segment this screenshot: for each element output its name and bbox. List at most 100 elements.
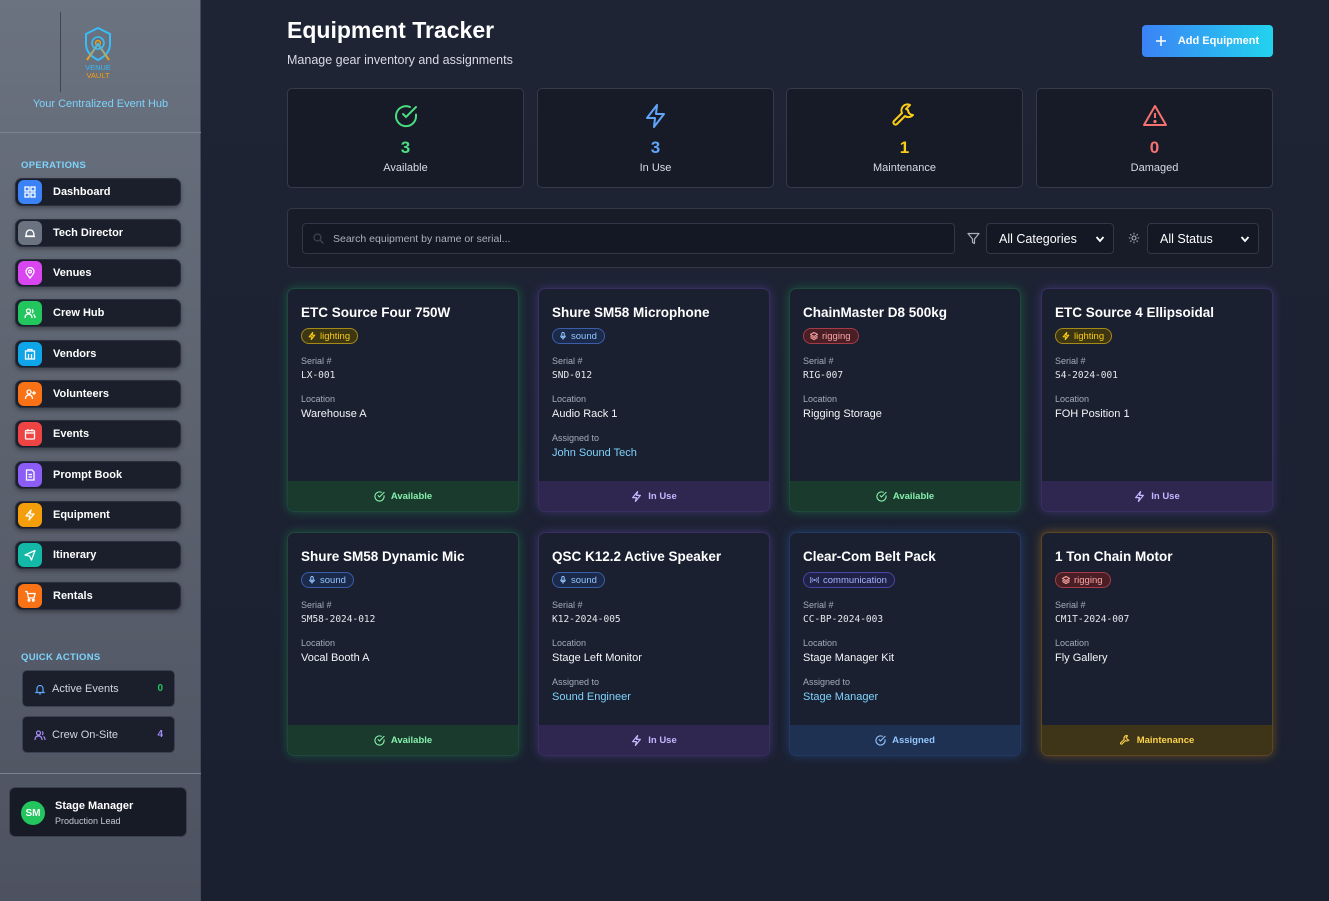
- category-label: rigging: [822, 330, 851, 342]
- equipment-name: ETC Source Four 750W: [301, 305, 451, 320]
- stat-value: 0: [1149, 138, 1160, 157]
- user-profile-card[interactable]: SM Stage Manager Production Lead: [9, 787, 187, 837]
- equipment-card[interactable]: ChainMaster D8 500kg rigging Serial # RI…: [789, 288, 1021, 512]
- add-equipment-button[interactable]: Add Equipment: [1142, 25, 1273, 57]
- gear-icon: [1128, 232, 1140, 244]
- status-bar: In Use: [539, 725, 769, 755]
- main-content: Equipment Tracker Manage gear inventory …: [201, 0, 1329, 901]
- chevron-down-icon: [1240, 236, 1250, 243]
- equipment-card[interactable]: Shure SM58 Dynamic Mic sound Serial # SM…: [287, 532, 519, 756]
- nav-dashboard[interactable]: Dashboard: [15, 178, 181, 206]
- category-tag: rigging: [803, 328, 859, 344]
- nav-label: Venues: [53, 267, 92, 279]
- status-bar: Maintenance: [1042, 725, 1272, 755]
- category-label: communication: [823, 574, 887, 586]
- map-pin-icon: [18, 261, 42, 285]
- category-label: rigging: [1074, 574, 1103, 586]
- nav-events[interactable]: Events: [15, 420, 181, 448]
- category-select[interactable]: All Categories: [986, 223, 1114, 254]
- category-label: sound: [571, 574, 597, 586]
- nav-venues[interactable]: Venues: [15, 259, 181, 287]
- status-label: Available: [390, 734, 433, 746]
- location-value: Audio Rack 1: [552, 408, 618, 420]
- venue-vault-logo[interactable]: VENUE VAULT: [78, 26, 118, 80]
- equipment-card[interactable]: Clear-Com Belt Pack communication Serial…: [789, 532, 1021, 756]
- status-label: In Use: [648, 734, 677, 746]
- category-tag: lighting: [1055, 328, 1113, 344]
- nav-rentals[interactable]: Rentals: [15, 582, 181, 610]
- nav-volunteers[interactable]: Volunteers: [15, 380, 181, 408]
- users-icon: [33, 728, 46, 741]
- quick-actions-label: QUICK ACTIONS: [21, 652, 101, 663]
- grid-icon: [18, 180, 42, 204]
- brand-area: VENUE VAULT Your Centralized Event Hub: [0, 0, 201, 133]
- quick-action-active-events[interactable]: Active Events 0: [22, 670, 175, 707]
- assigned-value[interactable]: John Sound Tech: [552, 447, 637, 459]
- nav-label: Itinerary: [53, 549, 97, 561]
- nav-label: Crew Hub: [53, 307, 105, 319]
- equipment-card[interactable]: QSC K12.2 Active Speaker sound Serial # …: [538, 532, 770, 756]
- category-label: sound: [571, 330, 597, 342]
- assigned-value[interactable]: Stage Manager: [803, 691, 878, 703]
- status-label: Available: [892, 490, 935, 502]
- nav-crew-hub[interactable]: Crew Hub: [15, 299, 181, 327]
- assigned-value[interactable]: Sound Engineer: [552, 691, 631, 703]
- hardhat-icon: [18, 221, 42, 245]
- stat-damaged: 0 Damaged: [1036, 88, 1273, 188]
- equipment-name: ETC Source 4 Ellipsoidal: [1055, 305, 1215, 320]
- status-select[interactable]: All Status: [1147, 223, 1259, 254]
- stat-label: Available: [383, 162, 428, 174]
- brand-tagline: Your Centralized Event Hub: [32, 98, 169, 110]
- equipment-name: Shure SM58 Microphone: [552, 305, 710, 320]
- equipment-card[interactable]: Shure SM58 Microphone sound Serial # SND…: [538, 288, 770, 512]
- nav-itinerary[interactable]: Itinerary: [15, 541, 181, 569]
- location-value: Stage Manager Kit: [803, 652, 895, 664]
- serial-value: S4-2024-001: [1055, 370, 1118, 381]
- status-label: Assigned: [892, 734, 935, 746]
- zap-icon: [308, 332, 316, 340]
- quick-action-crew-on-site[interactable]: Crew On-Site 4: [22, 716, 175, 753]
- nav-prompt-book[interactable]: Prompt Book: [15, 461, 181, 489]
- equipment-name: QSC K12.2 Active Speaker: [552, 549, 722, 564]
- serial-label: Serial #: [301, 356, 332, 366]
- serial-label: Serial #: [1055, 356, 1086, 366]
- location-label: Location: [1055, 394, 1090, 404]
- check-circle-icon: [288, 103, 523, 129]
- check-circle-icon: [875, 734, 886, 746]
- location-value: Rigging Storage: [803, 408, 882, 420]
- serial-label: Serial #: [552, 356, 583, 366]
- equipment-name: Shure SM58 Dynamic Mic: [301, 549, 465, 564]
- equipment-card[interactable]: 1 Ton Chain Motor rigging Serial # CM1T-…: [1041, 532, 1273, 756]
- zap-icon: [538, 103, 773, 129]
- avatar: SM: [21, 801, 45, 825]
- location-label: Location: [552, 394, 587, 404]
- status-label: Maintenance: [1136, 734, 1195, 746]
- assigned-label: Assigned to: [552, 677, 600, 687]
- operations-label: OPERATIONS: [21, 160, 87, 171]
- nav-vendors[interactable]: Vendors: [15, 340, 181, 368]
- user-name: Stage Manager: [55, 800, 134, 812]
- nav-label: Events: [53, 428, 90, 440]
- search-input[interactable]: [333, 224, 933, 253]
- search-box[interactable]: [302, 223, 955, 254]
- category-tag: lighting: [301, 328, 359, 344]
- equipment-card[interactable]: ETC Source 4 Ellipsoidal lighting Serial…: [1041, 288, 1273, 512]
- layers-icon: [810, 332, 818, 340]
- chevron-down-icon: [1095, 236, 1105, 243]
- status-label: Available: [390, 490, 433, 502]
- stat-label: Maintenance: [873, 162, 936, 174]
- nav-label: Volunteers: [53, 388, 110, 400]
- status-label: In Use: [648, 490, 677, 502]
- equipment-card[interactable]: ETC Source Four 750W lighting Serial # L…: [287, 288, 519, 512]
- zap-icon: [632, 490, 642, 502]
- user-plus-icon: [18, 382, 42, 406]
- serial-label: Serial #: [301, 600, 332, 610]
- serial-label: Serial #: [803, 356, 834, 366]
- nav-tech-director[interactable]: Tech Director: [15, 219, 181, 247]
- logo-text-vault: VAULT: [86, 71, 109, 80]
- zap-icon: [1135, 490, 1145, 502]
- serial-value: LX-001: [301, 370, 336, 381]
- status-bar: Available: [288, 481, 518, 511]
- bell-icon: [33, 682, 46, 695]
- nav-equipment[interactable]: Equipment: [15, 501, 181, 529]
